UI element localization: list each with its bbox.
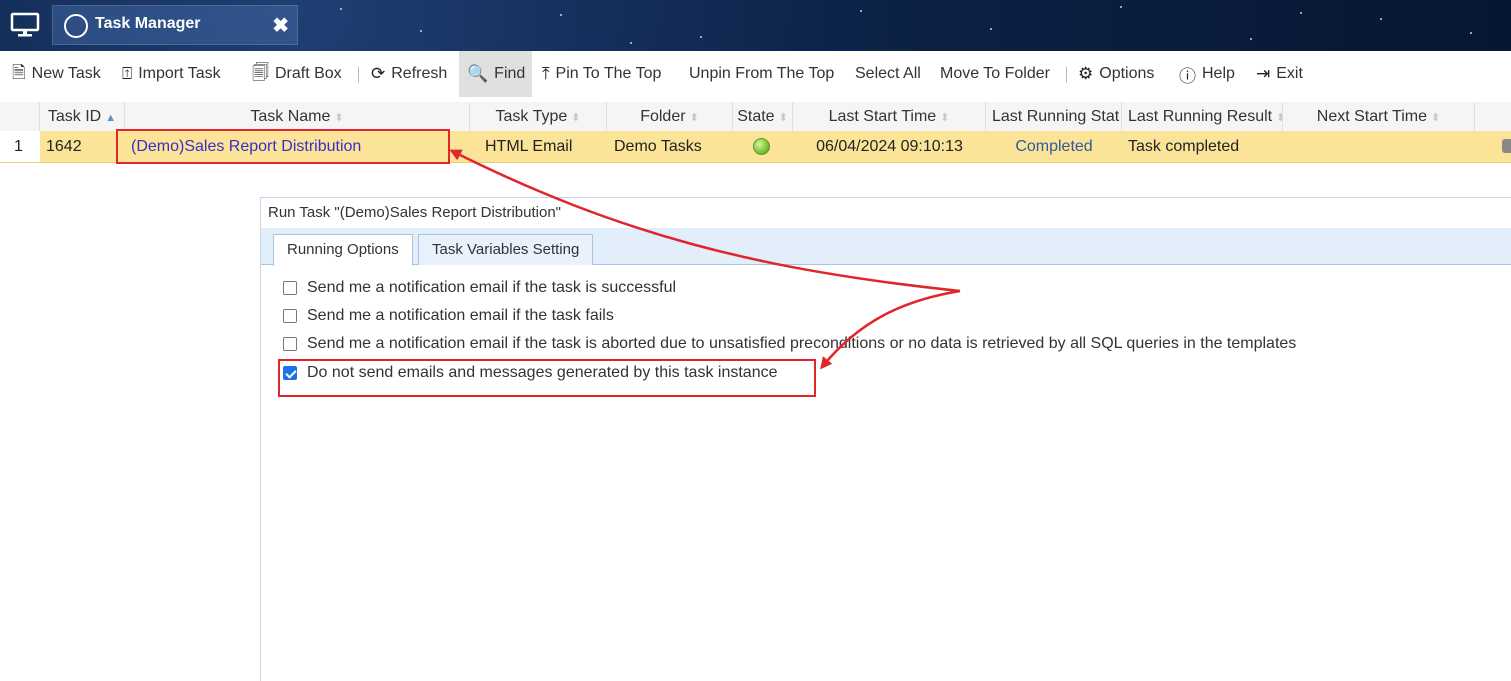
annotation-arrow — [449, 149, 961, 293]
annotation-arrows — [449, 149, 961, 370]
annotation-arrow — [820, 289, 961, 370]
